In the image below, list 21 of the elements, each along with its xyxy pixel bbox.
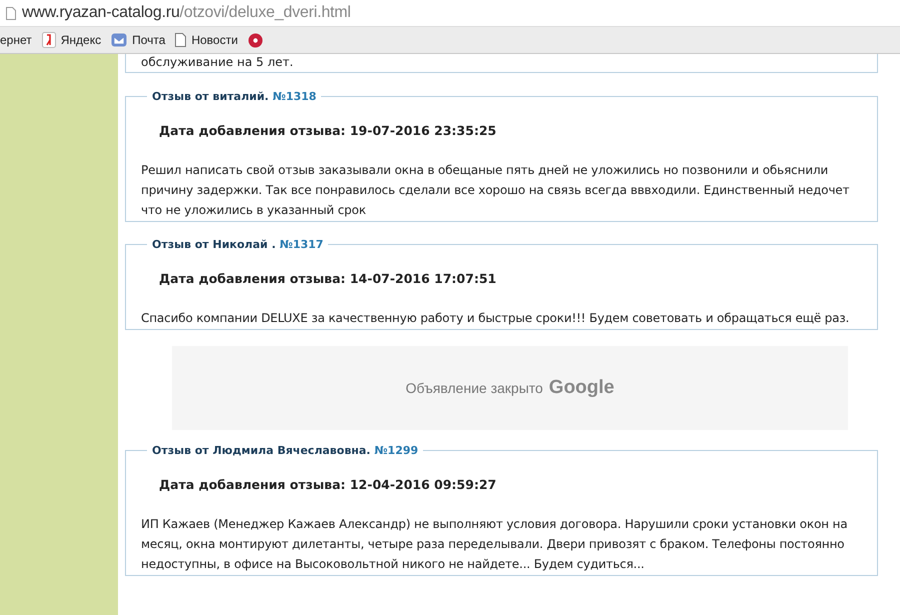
bookmark-link[interactable]: Новости: [191, 33, 238, 47]
url-text[interactable]: www.ryazan-catalog.ru/otzovi/deluxe_dveri.html: [22, 4, 351, 22]
ad-closed-label: Объявление закрыто: [406, 380, 543, 396]
review-author: Отзыв от Николай . №1317: [151, 238, 324, 251]
yandex-icon: [42, 32, 56, 48]
bookmark-link[interactable]: ернет: [0, 33, 32, 47]
review-author: Отзыв от Людмила Вячеславовна. №1299: [151, 444, 420, 457]
google-logo: Google: [548, 377, 614, 399]
page-icon: [6, 6, 16, 20]
review-text: Решил написать свой отзыв заказывали окна в обещаные пять дней не уложились но позвонили и обьяснили причину задержки. Так все понравилось сделали все хорошо на связь всегда вввходили. Единственный недочет что не уложились в указанный срок: [141, 162, 850, 219]
review-date: Дата добавления отзыва: 19-07-2016 23:35:25: [159, 123, 498, 138]
review-text: ИП Кажаев (Менеджер Кажаев Александр) не выполняют условия договора. Нарушили сроки установки окон на месяц, окна монтируют дилетанты, четыре раза переделывали. Двери привозят с браком. Телефоны постоянно недоступны, в офисе на Высоковольтной никого не найдете... Будем судиться...: [141, 516, 848, 573]
review-date: Дата добавления отзыва: 12-04-2016 09:59:27: [159, 477, 498, 492]
bookmark-link[interactable]: Яндекс: [60, 33, 102, 47]
review-author: Отзыв от виталий. №1318: [151, 90, 318, 103]
review-date: Дата добавления отзыва: 14-07-2016 17:07:51: [159, 271, 498, 286]
page-icon: [175, 33, 186, 47]
review-text: обслуживание на 5 лет.: [141, 54, 294, 70]
bookmark-link[interactable]: Почта: [132, 33, 166, 47]
review-text: Спасибо компании DELUXE за качественную работу и быстрые сроки!!! Будем советовать и обращаться ещё раз.: [141, 310, 850, 327]
mail-icon: [111, 33, 128, 47]
